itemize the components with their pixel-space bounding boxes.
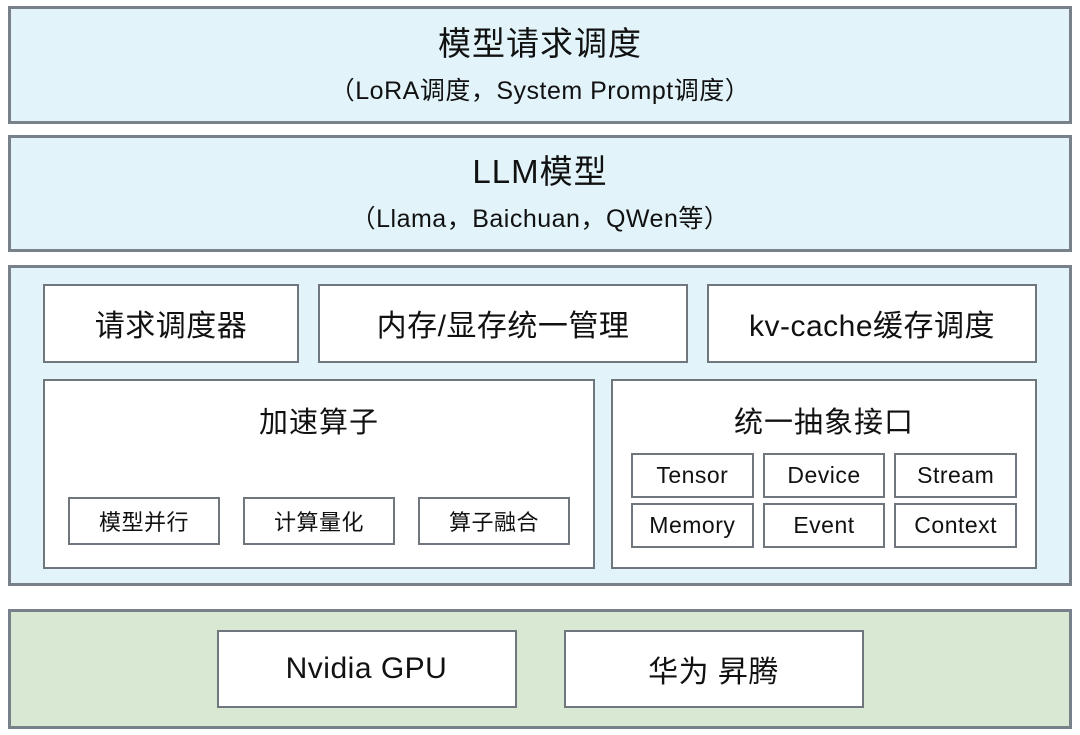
card-unified-memory-management-label: 内存/显存统一管理 (376, 310, 630, 344)
chip-compute-quantization[interactable]: 计算量化 (243, 497, 395, 546)
card-huawei-ascend[interactable]: 华为 昇腾 (563, 630, 864, 709)
card-nvidia-gpu[interactable]: Nvidia GPU (216, 630, 517, 709)
unified-abstraction-interface-title: 统一抽象接口 (733, 406, 914, 439)
card-nvidia-gpu-label: Nvidia GPU (285, 652, 448, 686)
accelerated-operators-title: 加速算子 (258, 406, 379, 439)
layer-inference-runtime: 请求调度器 内存/显存统一管理 kv-cache缓存调度 加速算子 模型并行 计… (8, 264, 1072, 587)
llm-layer-title: LLM模型 (472, 152, 608, 190)
unified-abstraction-interface-grid: Tensor Device Stream Memory Event Contex… (613, 452, 1035, 548)
chip-event[interactable]: Event (762, 502, 886, 548)
chip-stream-label: Stream (917, 461, 995, 488)
layer-llm-models: LLM模型 （Llama，Baichuan，QWen等） (8, 134, 1072, 252)
runtime-bottom-row: 加速算子 模型并行 计算量化 算子融合 统一抽象接口 Tensor Device… (25, 378, 1055, 570)
chip-memory-label: Memory (649, 511, 736, 538)
group-unified-abstraction-interface: 统一抽象接口 Tensor Device Stream Memory Event… (611, 378, 1037, 570)
chip-model-parallel[interactable]: 模型并行 (68, 497, 220, 546)
chip-tensor[interactable]: Tensor (631, 452, 754, 498)
chip-context[interactable]: Context (894, 502, 1018, 548)
card-unified-memory-management[interactable]: 内存/显存统一管理 (318, 283, 688, 363)
chip-tensor-label: Tensor (656, 461, 729, 488)
layer-hardware: Nvidia GPU 华为 昇腾 (8, 609, 1072, 729)
interface-chip-row-1: Tensor Device Stream (631, 452, 1018, 498)
chip-compute-quantization-label: 计算量化 (273, 510, 364, 536)
architecture-diagram: 模型请求调度 （LoRA调度，System Prompt调度） LLM模型 （L… (0, 0, 1080, 735)
chip-device-label: Device (787, 461, 861, 488)
card-kv-cache-scheduling[interactable]: kv-cache缓存调度 (707, 283, 1037, 363)
runtime-top-row: 请求调度器 内存/显存统一管理 kv-cache缓存调度 (25, 283, 1055, 363)
card-huawei-ascend-label: 华为 昇腾 (648, 656, 779, 690)
group-accelerated-operators: 加速算子 模型并行 计算量化 算子融合 (43, 378, 595, 570)
card-kv-cache-scheduling-label: kv-cache缓存调度 (748, 310, 996, 344)
accelerated-operators-chip-row: 模型并行 计算量化 算子融合 (29, 497, 609, 546)
hardware-card-row: Nvidia GPU 华为 昇腾 (216, 630, 864, 709)
card-request-scheduler-label: 请求调度器 (94, 310, 248, 344)
chip-device[interactable]: Device (762, 452, 886, 498)
card-request-scheduler[interactable]: 请求调度器 (43, 283, 299, 363)
chip-operator-fusion[interactable]: 算子融合 (418, 497, 570, 546)
scheduler-layer-title: 模型请求调度 (438, 24, 642, 62)
chip-model-parallel-label: 模型并行 (98, 510, 189, 536)
interface-chip-row-2: Memory Event Context (631, 502, 1018, 548)
chip-memory[interactable]: Memory (631, 502, 754, 548)
chip-stream[interactable]: Stream (894, 452, 1018, 498)
chip-context-label: Context (914, 511, 998, 538)
chip-operator-fusion-label: 算子融合 (448, 510, 539, 536)
scheduler-layer-subtitle: （LoRA调度，System Prompt调度） (329, 76, 751, 105)
chip-event-label: Event (793, 511, 855, 538)
llm-layer-subtitle: （Llama，Baichuan，QWen等） (350, 204, 730, 233)
layer-model-request-scheduling: 模型请求调度 （LoRA调度，System Prompt调度） (8, 6, 1072, 124)
